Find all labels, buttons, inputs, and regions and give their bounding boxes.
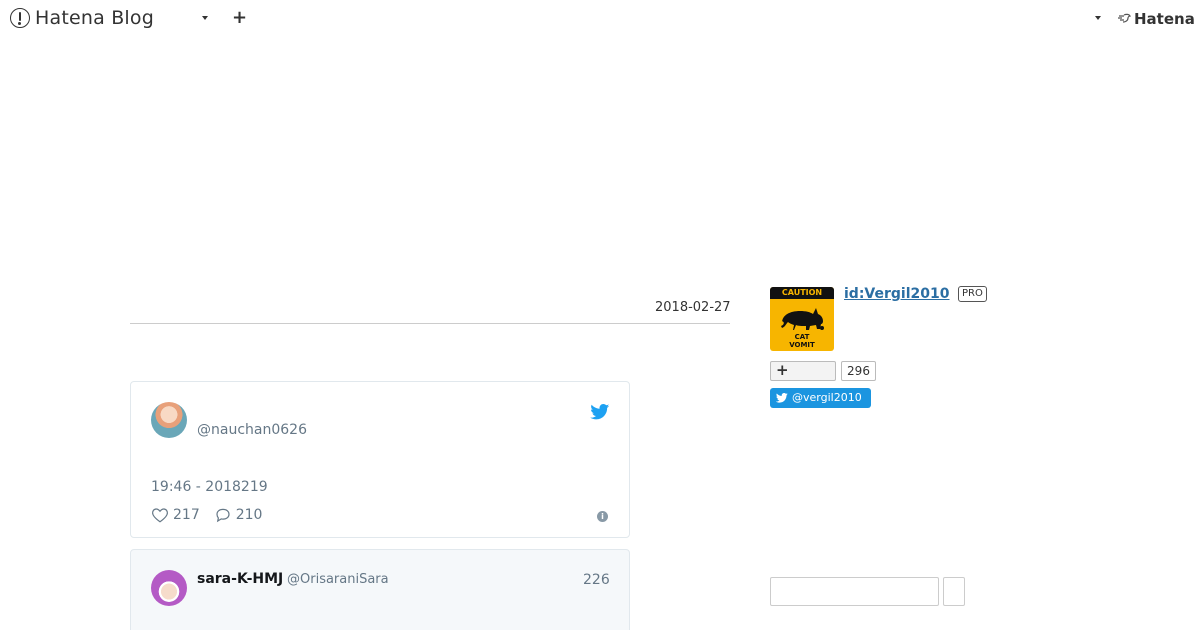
plus-icon: + xyxy=(776,361,789,379)
heart-icon[interactable] xyxy=(151,506,169,524)
hatena-bird-svg xyxy=(1118,13,1131,23)
avatar[interactable] xyxy=(151,570,187,606)
tweet-handle[interactable]: @OrisaraniSara xyxy=(287,572,389,587)
cat-silhouette-icon xyxy=(781,308,824,330)
user-menu-chevron-down-icon[interactable] xyxy=(1095,16,1101,20)
hatena-bird-icon xyxy=(1118,13,1131,26)
twitter-bird-icon[interactable] xyxy=(590,404,610,420)
article-divider xyxy=(130,323,730,324)
embedded-tweet[interactable]: @nauchan0626 19:46 - 2018219 217 210 i xyxy=(130,381,630,538)
hatena-brand-text: Hatena xyxy=(1134,10,1195,28)
hatena-blog-logo-icon xyxy=(10,8,30,28)
reply-count: 210 xyxy=(235,507,263,523)
twitter-follow-handle: @vergil2010 xyxy=(792,391,862,404)
tweet-count: 226 xyxy=(583,572,610,588)
blog-menu-chevron-down-icon[interactable] xyxy=(202,16,208,20)
profile-image[interactable]: CAUTION CAT VOMIT xyxy=(770,287,834,351)
subscribe-button[interactable]: + xyxy=(770,361,836,381)
tweet-handle[interactable]: @nauchan0626 xyxy=(197,422,307,438)
top-bar: Hatena Blog + Hatena xyxy=(0,0,1200,38)
twitter-bird-icon xyxy=(776,393,788,403)
avatar[interactable] xyxy=(151,402,187,438)
logo-text: Hatena Blog xyxy=(35,7,154,29)
embedded-tweet-reply[interactable]: sara-K-HMJ @OrisaraniSara 226 xyxy=(130,549,630,630)
tweet-timestamp[interactable]: 19:46 - 2018219 xyxy=(151,479,268,495)
profile-image-caption-top: CAUTION xyxy=(770,287,834,299)
search-button[interactable] xyxy=(943,577,965,606)
twitter-follow-button[interactable]: @vergil2010 xyxy=(770,388,871,408)
hatena-blog-logo[interactable]: Hatena Blog xyxy=(10,7,154,29)
hatena-brand-link[interactable]: Hatena xyxy=(1118,10,1195,28)
add-post-button[interactable]: + xyxy=(232,7,247,28)
reply-bubble-icon[interactable] xyxy=(214,506,232,524)
subscriber-count[interactable]: 296 xyxy=(841,361,876,381)
search-input[interactable] xyxy=(770,577,939,606)
profile-image-caption-line2: VOMIT xyxy=(789,341,815,349)
info-icon[interactable]: i xyxy=(597,511,608,522)
tweet-stats: 217 210 xyxy=(151,506,276,524)
article-date[interactable]: 2018-02-27 xyxy=(655,300,731,315)
profile-image-caption-line1: CAT xyxy=(794,333,810,341)
tweet-author-name[interactable]: sara-K-HMJ xyxy=(197,571,283,587)
pro-badge: PRO xyxy=(958,286,987,302)
profile-image-caption-bottom: CAT VOMIT xyxy=(770,333,834,349)
user-id-link[interactable]: id:Vergil2010 xyxy=(844,286,949,302)
like-count: 217 xyxy=(173,507,200,523)
